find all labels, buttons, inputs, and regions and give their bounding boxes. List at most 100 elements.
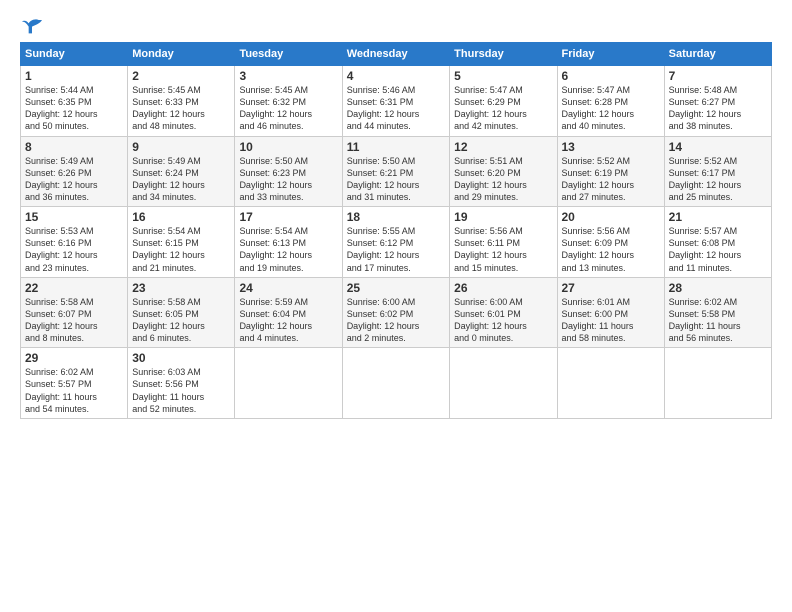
day-cell	[664, 348, 771, 419]
day-number: 30	[132, 351, 230, 365]
week-row-3: 15Sunrise: 5:53 AM Sunset: 6:16 PM Dayli…	[21, 207, 772, 278]
day-cell: 19Sunrise: 5:56 AM Sunset: 6:11 PM Dayli…	[450, 207, 557, 278]
day-number: 13	[562, 140, 660, 154]
day-info: Sunrise: 6:00 AM Sunset: 6:01 PM Dayligh…	[454, 296, 552, 345]
logo	[20, 16, 42, 34]
week-row-5: 29Sunrise: 6:02 AM Sunset: 5:57 PM Dayli…	[21, 348, 772, 419]
day-number: 2	[132, 69, 230, 83]
day-cell: 29Sunrise: 6:02 AM Sunset: 5:57 PM Dayli…	[21, 348, 128, 419]
day-number: 12	[454, 140, 552, 154]
day-cell	[235, 348, 342, 419]
day-number: 14	[669, 140, 767, 154]
day-cell: 13Sunrise: 5:52 AM Sunset: 6:19 PM Dayli…	[557, 136, 664, 207]
day-info: Sunrise: 5:57 AM Sunset: 6:08 PM Dayligh…	[669, 225, 767, 274]
day-number: 15	[25, 210, 123, 224]
day-cell: 8Sunrise: 5:49 AM Sunset: 6:26 PM Daylig…	[21, 136, 128, 207]
day-number: 28	[669, 281, 767, 295]
day-cell: 1Sunrise: 5:44 AM Sunset: 6:35 PM Daylig…	[21, 66, 128, 137]
day-cell: 26Sunrise: 6:00 AM Sunset: 6:01 PM Dayli…	[450, 277, 557, 348]
day-info: Sunrise: 5:44 AM Sunset: 6:35 PM Dayligh…	[25, 84, 123, 133]
header-row: SundayMondayTuesdayWednesdayThursdayFrid…	[21, 43, 772, 66]
logo-text	[20, 16, 42, 34]
day-cell: 12Sunrise: 5:51 AM Sunset: 6:20 PM Dayli…	[450, 136, 557, 207]
day-info: Sunrise: 5:46 AM Sunset: 6:31 PM Dayligh…	[347, 84, 445, 133]
day-info: Sunrise: 5:52 AM Sunset: 6:17 PM Dayligh…	[669, 155, 767, 204]
logo-bird-icon	[22, 16, 42, 34]
day-number: 29	[25, 351, 123, 365]
day-info: Sunrise: 5:56 AM Sunset: 6:11 PM Dayligh…	[454, 225, 552, 274]
day-info: Sunrise: 5:47 AM Sunset: 6:29 PM Dayligh…	[454, 84, 552, 133]
day-number: 20	[562, 210, 660, 224]
day-number: 10	[239, 140, 337, 154]
day-cell: 10Sunrise: 5:50 AM Sunset: 6:23 PM Dayli…	[235, 136, 342, 207]
day-number: 25	[347, 281, 445, 295]
header-cell-sunday: Sunday	[21, 43, 128, 66]
day-info: Sunrise: 5:50 AM Sunset: 6:23 PM Dayligh…	[239, 155, 337, 204]
day-info: Sunrise: 5:54 AM Sunset: 6:15 PM Dayligh…	[132, 225, 230, 274]
header	[20, 16, 772, 34]
header-cell-friday: Friday	[557, 43, 664, 66]
day-cell: 18Sunrise: 5:55 AM Sunset: 6:12 PM Dayli…	[342, 207, 449, 278]
day-info: Sunrise: 5:45 AM Sunset: 6:32 PM Dayligh…	[239, 84, 337, 133]
header-cell-tuesday: Tuesday	[235, 43, 342, 66]
day-info: Sunrise: 5:56 AM Sunset: 6:09 PM Dayligh…	[562, 225, 660, 274]
day-cell: 27Sunrise: 6:01 AM Sunset: 6:00 PM Dayli…	[557, 277, 664, 348]
day-info: Sunrise: 6:02 AM Sunset: 5:57 PM Dayligh…	[25, 366, 123, 415]
day-number: 4	[347, 69, 445, 83]
day-cell: 2Sunrise: 5:45 AM Sunset: 6:33 PM Daylig…	[128, 66, 235, 137]
day-cell: 9Sunrise: 5:49 AM Sunset: 6:24 PM Daylig…	[128, 136, 235, 207]
day-cell: 21Sunrise: 5:57 AM Sunset: 6:08 PM Dayli…	[664, 207, 771, 278]
day-number: 9	[132, 140, 230, 154]
day-cell: 22Sunrise: 5:58 AM Sunset: 6:07 PM Dayli…	[21, 277, 128, 348]
header-cell-wednesday: Wednesday	[342, 43, 449, 66]
day-info: Sunrise: 5:58 AM Sunset: 6:07 PM Dayligh…	[25, 296, 123, 345]
week-row-1: 1Sunrise: 5:44 AM Sunset: 6:35 PM Daylig…	[21, 66, 772, 137]
day-info: Sunrise: 5:47 AM Sunset: 6:28 PM Dayligh…	[562, 84, 660, 133]
day-number: 17	[239, 210, 337, 224]
day-number: 16	[132, 210, 230, 224]
day-info: Sunrise: 6:00 AM Sunset: 6:02 PM Dayligh…	[347, 296, 445, 345]
day-cell	[450, 348, 557, 419]
day-cell	[557, 348, 664, 419]
day-info: Sunrise: 5:54 AM Sunset: 6:13 PM Dayligh…	[239, 225, 337, 274]
day-info: Sunrise: 5:59 AM Sunset: 6:04 PM Dayligh…	[239, 296, 337, 345]
day-info: Sunrise: 5:45 AM Sunset: 6:33 PM Dayligh…	[132, 84, 230, 133]
day-number: 18	[347, 210, 445, 224]
day-info: Sunrise: 5:48 AM Sunset: 6:27 PM Dayligh…	[669, 84, 767, 133]
day-info: Sunrise: 5:53 AM Sunset: 6:16 PM Dayligh…	[25, 225, 123, 274]
day-info: Sunrise: 5:49 AM Sunset: 6:24 PM Dayligh…	[132, 155, 230, 204]
header-cell-monday: Monday	[128, 43, 235, 66]
day-number: 21	[669, 210, 767, 224]
header-cell-saturday: Saturday	[664, 43, 771, 66]
week-row-2: 8Sunrise: 5:49 AM Sunset: 6:26 PM Daylig…	[21, 136, 772, 207]
day-number: 24	[239, 281, 337, 295]
day-number: 3	[239, 69, 337, 83]
day-number: 23	[132, 281, 230, 295]
day-number: 19	[454, 210, 552, 224]
day-cell: 6Sunrise: 5:47 AM Sunset: 6:28 PM Daylig…	[557, 66, 664, 137]
day-cell: 17Sunrise: 5:54 AM Sunset: 6:13 PM Dayli…	[235, 207, 342, 278]
day-number: 7	[669, 69, 767, 83]
day-info: Sunrise: 6:03 AM Sunset: 5:56 PM Dayligh…	[132, 366, 230, 415]
day-cell: 23Sunrise: 5:58 AM Sunset: 6:05 PM Dayli…	[128, 277, 235, 348]
header-cell-thursday: Thursday	[450, 43, 557, 66]
day-cell: 20Sunrise: 5:56 AM Sunset: 6:09 PM Dayli…	[557, 207, 664, 278]
day-cell: 14Sunrise: 5:52 AM Sunset: 6:17 PM Dayli…	[664, 136, 771, 207]
day-number: 8	[25, 140, 123, 154]
day-number: 6	[562, 69, 660, 83]
day-info: Sunrise: 5:49 AM Sunset: 6:26 PM Dayligh…	[25, 155, 123, 204]
calendar-table: SundayMondayTuesdayWednesdayThursdayFrid…	[20, 42, 772, 419]
day-cell: 3Sunrise: 5:45 AM Sunset: 6:32 PM Daylig…	[235, 66, 342, 137]
day-number: 11	[347, 140, 445, 154]
day-cell: 30Sunrise: 6:03 AM Sunset: 5:56 PM Dayli…	[128, 348, 235, 419]
day-info: Sunrise: 5:55 AM Sunset: 6:12 PM Dayligh…	[347, 225, 445, 274]
day-number: 1	[25, 69, 123, 83]
day-info: Sunrise: 5:51 AM Sunset: 6:20 PM Dayligh…	[454, 155, 552, 204]
day-info: Sunrise: 6:01 AM Sunset: 6:00 PM Dayligh…	[562, 296, 660, 345]
day-cell: 4Sunrise: 5:46 AM Sunset: 6:31 PM Daylig…	[342, 66, 449, 137]
day-info: Sunrise: 5:50 AM Sunset: 6:21 PM Dayligh…	[347, 155, 445, 204]
day-cell: 5Sunrise: 5:47 AM Sunset: 6:29 PM Daylig…	[450, 66, 557, 137]
day-cell: 28Sunrise: 6:02 AM Sunset: 5:58 PM Dayli…	[664, 277, 771, 348]
day-cell	[342, 348, 449, 419]
day-number: 26	[454, 281, 552, 295]
